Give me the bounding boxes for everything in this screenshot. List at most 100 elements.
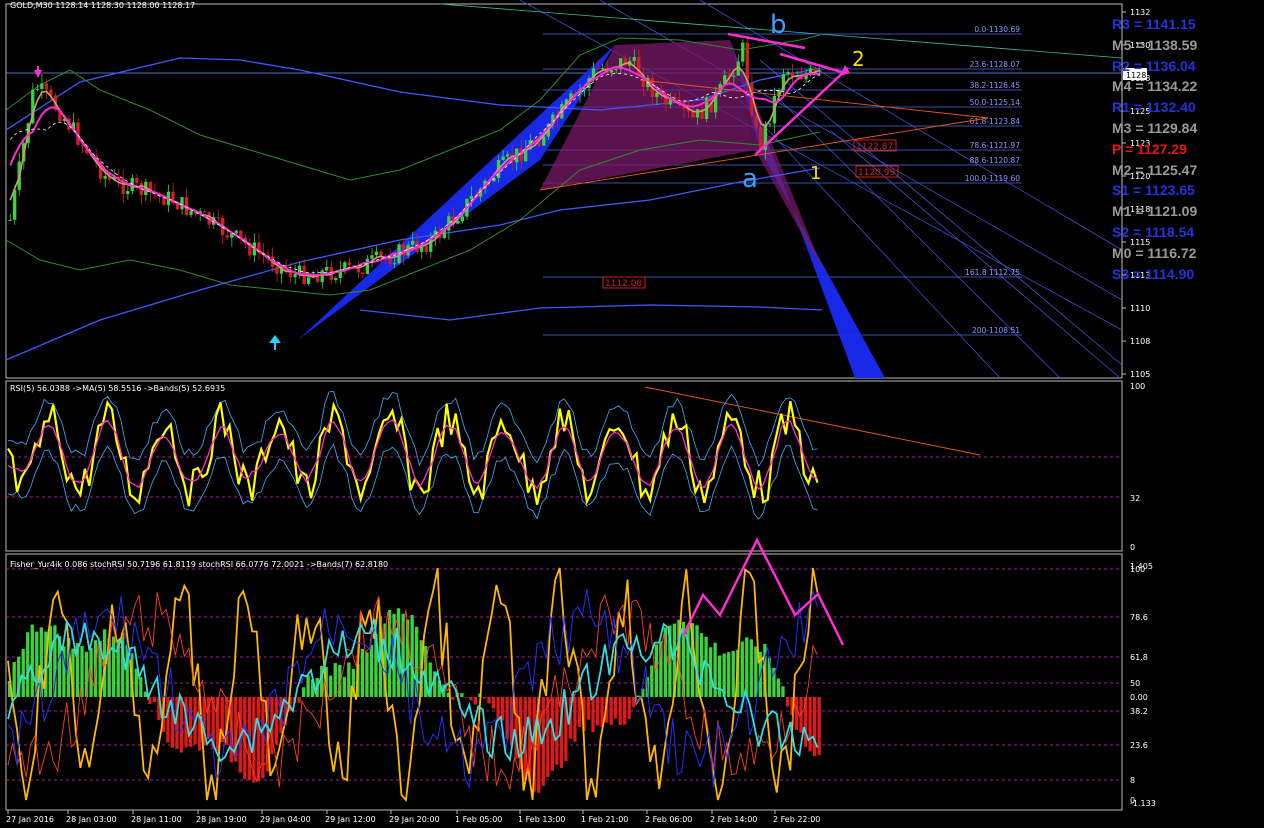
candle-body xyxy=(542,136,546,146)
pivot-level-label: M4 = 1134.22 xyxy=(1112,78,1198,95)
histogram-bar xyxy=(812,697,817,756)
histogram-bar xyxy=(727,652,731,697)
rsi-axis-label: 100 xyxy=(1130,382,1145,391)
time-axis-label: 2 Feb 22:00 xyxy=(773,815,820,824)
svg-text:1112.08: 1112.08 xyxy=(605,279,642,289)
candle-body xyxy=(501,156,505,161)
histogram-bar xyxy=(618,697,622,725)
histogram-bar xyxy=(591,697,595,733)
histogram-bar xyxy=(740,641,744,697)
histogram-bar xyxy=(451,697,455,700)
histogram-bar xyxy=(26,632,30,697)
time-axis-label: 29 Jan 20:00 xyxy=(389,815,440,824)
time-axis-label: 1 Feb 21:00 xyxy=(581,815,628,824)
boxed-price-2: 1120.99 xyxy=(855,165,899,178)
pivot-level-label: S1 = 1123.65 xyxy=(1112,182,1195,199)
candle-body xyxy=(469,196,474,199)
fisher-axis-label: 78.6 xyxy=(1130,613,1148,622)
histogram-bar xyxy=(369,644,374,697)
histogram-bar xyxy=(410,615,414,697)
histogram-bar xyxy=(776,678,781,697)
candle-body xyxy=(691,111,695,118)
pivot-level-label: M0 = 1116.72 xyxy=(1112,244,1197,261)
histogram-bar xyxy=(794,697,799,730)
histogram-bar xyxy=(297,697,301,703)
main-header: GOLD,M30 1128.14 1128.30 1128.00 1128.17 xyxy=(10,1,195,10)
histogram-bar xyxy=(152,697,157,702)
candle-body xyxy=(103,176,107,179)
candle-body xyxy=(460,216,465,222)
candle-body xyxy=(347,262,351,266)
trading-chart[interactable]: 1132113011281125112311201118111511131110… xyxy=(0,0,1264,824)
candle-body xyxy=(8,219,12,221)
histogram-bar xyxy=(636,695,640,697)
histogram-bar xyxy=(699,633,704,697)
time-axis-label: 28 Jan 19:00 xyxy=(196,815,247,824)
histogram-bar xyxy=(30,624,34,697)
fib-level-label: 0.0-1130.69 xyxy=(974,25,1020,34)
histogram-bar xyxy=(482,697,487,699)
histogram-bar xyxy=(464,697,469,698)
histogram-bar xyxy=(469,697,473,701)
histogram-bar xyxy=(609,697,613,725)
candle-body xyxy=(365,258,370,275)
histogram-bar xyxy=(577,697,582,727)
candle-body xyxy=(13,189,17,220)
wave-label-2: 2 xyxy=(852,47,865,71)
svg-text:1120.99: 1120.99 xyxy=(858,168,895,178)
candle-body xyxy=(320,270,324,283)
pivot-level-label: S2 = 1118.54 xyxy=(1112,224,1195,240)
candle-body xyxy=(614,69,618,71)
candle-body xyxy=(813,68,817,72)
histogram-bar xyxy=(360,648,365,697)
histogram-bar xyxy=(139,677,143,697)
rsi-pane[interactable] xyxy=(5,380,1123,552)
fib-level-label: 23.6-1128.07 xyxy=(970,60,1021,69)
candle-body xyxy=(374,251,379,256)
histogram-bar xyxy=(347,662,351,697)
candle-body xyxy=(135,177,139,184)
candle-body xyxy=(759,126,763,151)
pivot-level-label: M3 = 1129.84 xyxy=(1112,120,1198,136)
histogram-bar xyxy=(274,697,279,745)
candle-body xyxy=(180,197,184,210)
candle-body xyxy=(202,211,207,213)
fisher-axis-label: 38.2 xyxy=(1130,707,1148,716)
candle-body xyxy=(234,230,238,234)
candle-body xyxy=(293,273,297,278)
histogram-bar xyxy=(595,697,600,726)
pivot-level-label: M1 = 1121.09 xyxy=(1112,203,1198,220)
time-axis-label: 29 Jan 04:00 xyxy=(260,815,311,824)
fib-level-label: 88.6-1120.87 xyxy=(970,156,1021,165)
fisher-axis-label: 61.8 xyxy=(1130,653,1148,662)
fisher-axis-label: 23.6 xyxy=(1130,741,1148,750)
histogram-bar xyxy=(401,613,405,697)
candle-body xyxy=(44,83,48,90)
pivot-level-label: P = 1127.29 xyxy=(1112,140,1187,157)
fisher-axis-label: 8 xyxy=(1130,776,1135,785)
fisher-pane[interactable] xyxy=(5,553,1123,811)
histogram-bar xyxy=(306,675,310,697)
candle-body xyxy=(392,263,397,265)
candle-body xyxy=(741,42,745,62)
histogram-bar xyxy=(333,663,337,697)
price-axis-label: 1105 xyxy=(1130,370,1150,379)
candle-body xyxy=(40,83,44,89)
histogram-bar xyxy=(731,650,735,697)
histogram-bar xyxy=(586,697,591,720)
rsi-axis-label: 32 xyxy=(1130,494,1140,503)
pivot-level-label: R3 = 1141.15 xyxy=(1112,16,1196,32)
rsi-header: RSI(5) 56.0388 ->MA(5) 58.5516 ->Bands(5… xyxy=(10,384,225,393)
histogram-bar xyxy=(745,637,749,697)
histogram-bar xyxy=(112,636,116,697)
candle-body xyxy=(505,154,510,157)
fib-level-label: 61.8-1123.84 xyxy=(970,117,1021,126)
histogram-bar xyxy=(654,644,658,697)
histogram-bar xyxy=(243,697,247,780)
histogram-bar xyxy=(555,697,559,765)
fib-level-label: 200-1108.51 xyxy=(972,326,1020,335)
histogram-bar xyxy=(143,691,147,697)
time-axis-label: 27 Jan 2016 xyxy=(6,815,54,824)
time-axis-label: 1 Feb 05:00 xyxy=(455,815,502,824)
histogram-bar xyxy=(301,687,306,697)
